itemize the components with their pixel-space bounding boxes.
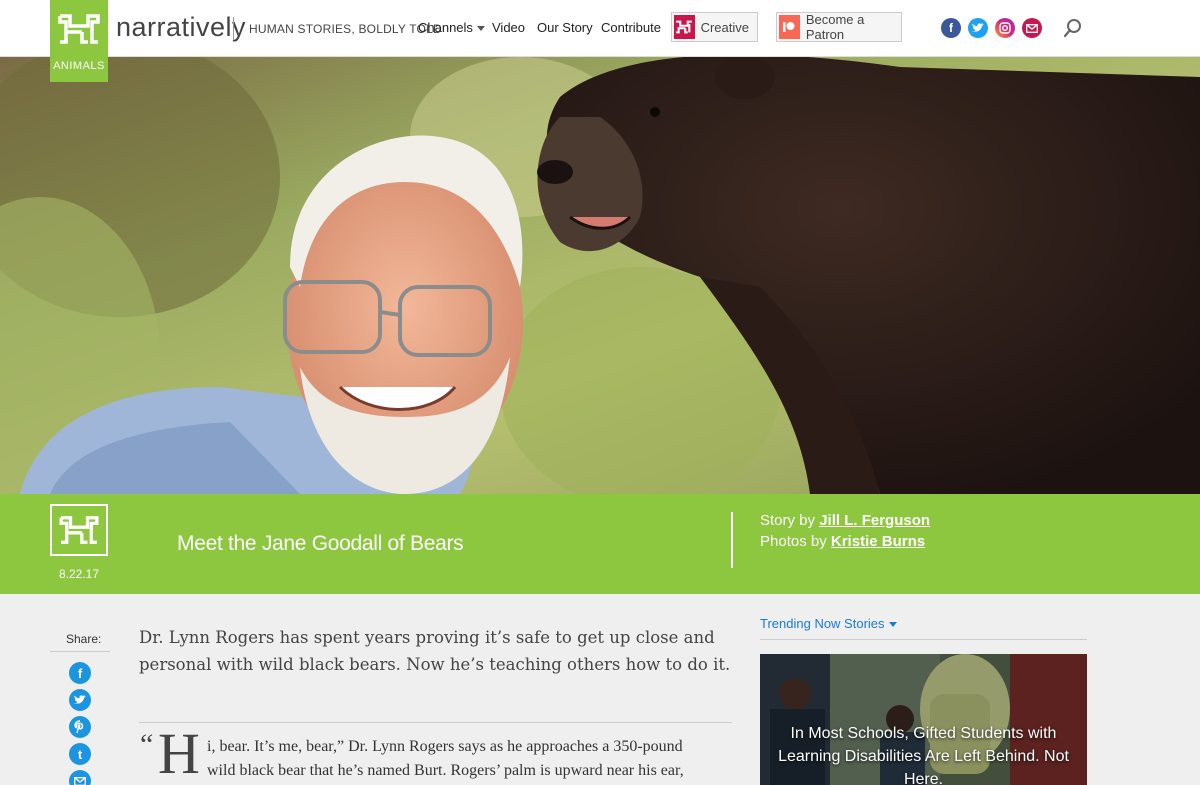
patron-label: Become a Patron xyxy=(805,12,865,42)
brand-name[interactable]: narratively xyxy=(116,12,246,43)
twitter-icon[interactable] xyxy=(968,18,988,38)
tagline: HUMAN STORIES, BOLDLY TOLD xyxy=(249,22,442,36)
facebook-icon[interactable]: f xyxy=(941,18,961,38)
search-icon[interactable] xyxy=(1062,17,1084,39)
trending-story-card[interactable]: In Most Schools, Gifted Students with Le… xyxy=(760,654,1087,785)
band-divider xyxy=(731,512,733,568)
chevron-down-icon xyxy=(888,622,897,628)
share-divider xyxy=(50,651,110,652)
instagram-icon[interactable] xyxy=(995,18,1015,38)
nav-channels-label: Channels xyxy=(418,20,473,35)
article-divider xyxy=(139,722,732,723)
author-link[interactable]: Jill L. Ferguson xyxy=(819,512,930,529)
channel-tag[interactable]: ANIMALS xyxy=(50,60,108,72)
nav-contribute[interactable]: Contribute xyxy=(601,20,661,35)
body-text-line: i, bear. It’s me, bear,” Dr. Lynn Rogers… xyxy=(207,738,683,755)
patron-button[interactable]: Become a Patron xyxy=(776,12,902,42)
share-label: Share: xyxy=(66,632,102,646)
photos-by-label: Photos by xyxy=(760,533,827,550)
email-icon[interactable] xyxy=(1022,18,1042,38)
trending-story-title: In Most Schools, Gifted Students with Le… xyxy=(778,725,1069,785)
trending-dropdown[interactable]: Trending Now Stories xyxy=(760,616,897,631)
story-credit: Story by Jill L. Ferguson xyxy=(760,512,930,529)
nav-video[interactable]: Video xyxy=(492,20,525,35)
hero-image xyxy=(0,57,1200,494)
patreon-icon xyxy=(779,15,800,39)
article-title: Meet the Jane Goodall of Bears xyxy=(177,532,464,555)
narratively-logo-icon xyxy=(59,516,99,544)
share-pinterest-icon[interactable] xyxy=(69,716,91,738)
chevron-down-icon xyxy=(476,26,485,32)
article-dek: Dr. Lynn Rogers has spent years proving … xyxy=(139,628,731,674)
trending-divider xyxy=(760,639,1087,640)
creative-logo-icon xyxy=(674,15,695,39)
opening-quote: “ xyxy=(140,728,154,761)
share-email-icon[interactable] xyxy=(69,770,91,785)
creative-button[interactable]: Creative xyxy=(671,12,758,42)
photo-credit: Photos by Kristie Burns xyxy=(760,533,925,550)
band-logo xyxy=(50,504,108,556)
share-twitter-icon[interactable] xyxy=(69,689,91,711)
hero-illustration xyxy=(0,57,1200,494)
narratively-logo-icon xyxy=(58,14,100,44)
drop-cap: H xyxy=(158,721,200,785)
share-tumblr-icon[interactable]: t xyxy=(69,743,91,765)
nav-channels[interactable]: Channels xyxy=(418,20,485,35)
brand-divider xyxy=(233,17,234,39)
story-by-label: Story by xyxy=(760,512,816,529)
body-text-line: wild black bear that he’s named Burt. Ro… xyxy=(207,762,684,779)
photographer-link[interactable]: Kristie Burns xyxy=(831,533,925,550)
publish-date: 8.22.17 xyxy=(58,567,100,581)
share-facebook-icon[interactable]: f xyxy=(69,662,91,684)
article-title-band: 8.22.17 Meet the Jane Goodall of Bears S… xyxy=(0,494,1200,594)
nav-our-story[interactable]: Our Story xyxy=(537,20,593,35)
creative-label: Creative xyxy=(700,19,749,35)
site-header: ANIMALS narratively HUMAN STORIES, BOLDL… xyxy=(0,0,1200,82)
trending-label: Trending Now Stories xyxy=(760,616,885,631)
site-logo[interactable]: ANIMALS xyxy=(50,0,108,82)
